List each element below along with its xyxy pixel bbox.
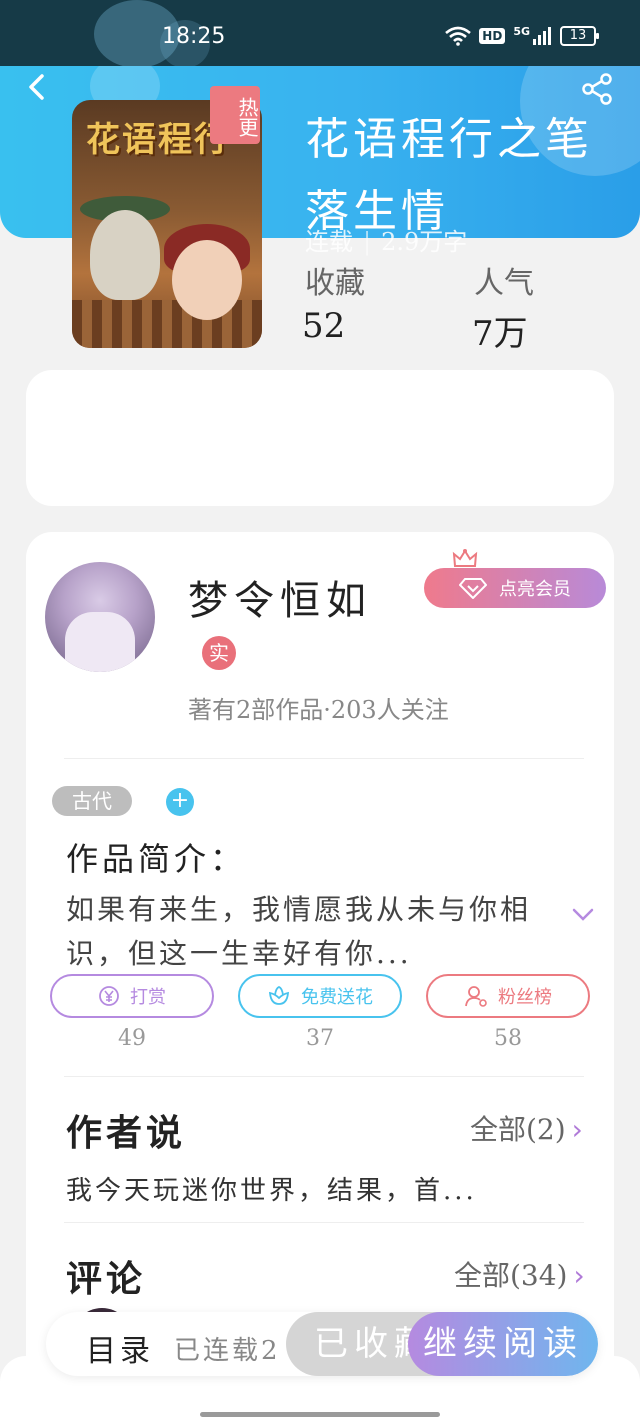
back-button[interactable] xyxy=(22,72,52,102)
serial-status: 已连载2 xyxy=(174,1336,281,1366)
status-bar: 18:25 HD 5G 13 xyxy=(0,0,640,68)
member-button-label: 点亮会员 xyxy=(499,579,571,600)
book-meta: 连载 | 2.9万字 xyxy=(305,222,467,257)
cover-art xyxy=(90,210,160,300)
comments-more-link[interactable]: 全部(34) › xyxy=(454,1254,585,1294)
network-type: 5G xyxy=(513,24,530,38)
flower-count: 37 xyxy=(306,1026,334,1051)
flower-icon xyxy=(268,986,290,1005)
toc-button[interactable]: 目录 xyxy=(86,1326,154,1370)
wifi-icon xyxy=(445,26,472,46)
chevron-down-icon[interactable] xyxy=(570,904,596,924)
divider xyxy=(64,1076,584,1077)
user-icon xyxy=(465,986,487,1007)
tip-count: 49 xyxy=(118,1026,146,1051)
send-flower-button[interactable]: 免费送花 xyxy=(238,974,402,1018)
hot-update-badge: 热更 xyxy=(210,86,260,144)
home-indicator[interactable] xyxy=(200,1412,440,1417)
tip-button[interactable]: 打赏 xyxy=(50,974,214,1018)
word-count: 2.9万字 xyxy=(381,228,468,256)
empty-card xyxy=(26,370,614,506)
chevron-left-icon xyxy=(29,74,44,100)
divider xyxy=(64,1222,584,1223)
comments-more-label: 全部(34) xyxy=(454,1259,568,1292)
chevron-right-icon: › xyxy=(573,1259,585,1292)
author-says-more-label: 全部(2) xyxy=(470,1113,566,1146)
yen-coin-icon xyxy=(99,986,119,1006)
continue-reading-button[interactable]: 继续阅读 xyxy=(408,1312,598,1376)
author-says-title: 作者说 xyxy=(66,1112,187,1154)
share-button[interactable] xyxy=(580,72,614,106)
avatar-art xyxy=(65,612,135,672)
author-says-text[interactable]: 我今天玩迷你世界，结果，首... xyxy=(66,1170,477,1207)
intro-label: 作品简介： xyxy=(66,840,247,878)
activate-member-button[interactable]: 点亮会员 xyxy=(424,568,606,608)
divider xyxy=(64,758,584,759)
signal-icon xyxy=(533,27,551,45)
popularity-label: 人气 xyxy=(474,266,534,301)
fan-count: 58 xyxy=(494,1026,522,1051)
fan-ranking-button[interactable]: 粉丝榜 xyxy=(426,974,590,1018)
send-flower-label: 免费送花 xyxy=(301,987,373,1008)
intro-text: 如果有来生，我情愿我从未与你相识，但这一生幸好有你... xyxy=(66,893,532,970)
status-icons: HD 5G 13 xyxy=(445,24,599,46)
tag-chip[interactable]: 古代 xyxy=(52,786,132,816)
share-icon xyxy=(582,73,612,105)
book-status: 连载 xyxy=(305,228,353,256)
diamond-icon xyxy=(459,578,487,599)
collect-value: 52 xyxy=(302,306,346,346)
battery-icon: 13 xyxy=(560,26,599,46)
cover-art xyxy=(72,300,262,348)
bottom-action-bar: 目录 已连载2 已收藏 继续阅读 xyxy=(46,1312,598,1376)
chevron-right-icon: › xyxy=(571,1113,583,1146)
comments-title: 评论 xyxy=(66,1258,147,1300)
status-time: 18:25 xyxy=(162,24,226,49)
tip-label: 打赏 xyxy=(130,987,166,1008)
author-avatar[interactable] xyxy=(45,562,155,672)
add-tag-button[interactable]: + xyxy=(166,788,194,816)
author-says-more-link[interactable]: 全部(2) › xyxy=(470,1108,583,1148)
hd-icon: HD xyxy=(479,28,506,44)
popularity-value: 7万 xyxy=(472,314,528,354)
crown-icon xyxy=(452,549,478,567)
author-name[interactable]: 梦令恒如 xyxy=(188,568,372,626)
verified-badge: 实 xyxy=(202,636,236,670)
author-summary: 著有2部作品·203人关注 xyxy=(188,696,449,724)
collect-label: 收藏 xyxy=(305,266,365,301)
meta-separator: | xyxy=(363,228,372,256)
cover-art xyxy=(172,240,242,320)
fan-ranking-label: 粉丝榜 xyxy=(498,987,552,1008)
cover-title-art: 花语程行 xyxy=(86,120,230,160)
